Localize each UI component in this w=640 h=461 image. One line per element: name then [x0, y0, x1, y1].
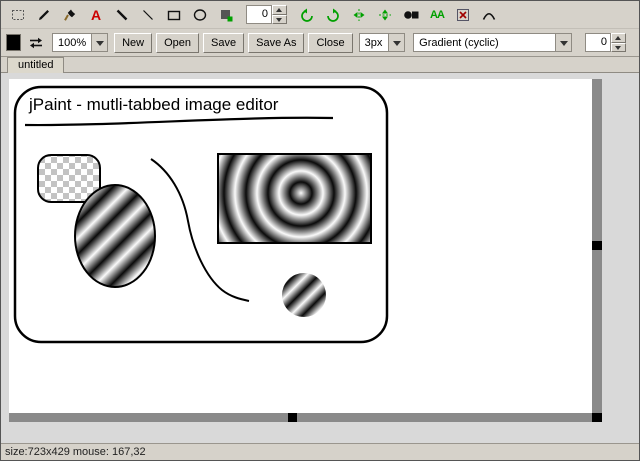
brush-icon — [62, 7, 78, 23]
status-text: size:723x429 mouse: 167,32 — [5, 446, 146, 458]
canvas-right-border — [592, 79, 602, 422]
rotate-left-button[interactable] — [295, 3, 319, 27]
filled-shapes-button[interactable] — [399, 3, 423, 27]
ellipse-tool-button[interactable] — [188, 3, 212, 27]
flip-horizontal-icon — [351, 7, 367, 23]
spinner-down-button[interactable] — [611, 43, 626, 53]
line-icon — [114, 7, 130, 23]
tab-bar: untitled — [1, 57, 639, 73]
arc-icon — [481, 7, 497, 23]
delete-icon — [455, 7, 471, 23]
tab-untitled[interactable]: untitled — [7, 57, 64, 73]
canvas-drawing: jPaint - mutli-tabbed image editor — [9, 79, 592, 413]
select-icon — [10, 7, 26, 23]
spinner-up-button[interactable] — [272, 5, 287, 15]
current-color-swatch[interactable] — [6, 34, 21, 51]
new-button[interactable]: New — [114, 33, 152, 53]
stamp-tool-button[interactable] — [214, 3, 238, 27]
drawn-underline — [25, 118, 333, 125]
rectangle-tool-button[interactable] — [162, 3, 186, 27]
spinner-arrows — [272, 5, 287, 24]
open-button[interactable]: Open — [156, 33, 199, 53]
spinner-up-button[interactable] — [611, 33, 626, 43]
arc-tool-button[interactable] — [477, 3, 501, 27]
spinner-value[interactable]: 0 — [246, 5, 272, 24]
spinner-value[interactable]: 0 — [585, 33, 611, 52]
select-tool-button[interactable] — [6, 3, 30, 27]
flip-vertical-button[interactable] — [373, 3, 397, 27]
rotate-right-button[interactable] — [321, 3, 345, 27]
spinner-arrows — [611, 33, 626, 52]
stamp-icon — [218, 7, 234, 23]
canvas-resize-handle-corner[interactable] — [592, 413, 602, 422]
swap-colors-button[interactable] — [25, 31, 47, 55]
flip-horizontal-button[interactable] — [347, 3, 371, 27]
rectangle-icon — [166, 7, 182, 23]
pencil-tool-button[interactable] — [32, 3, 56, 27]
file-toolbar: 100% New Open Save Save As Close 3px Gra… — [1, 29, 639, 57]
drawn-rings-rect — [218, 154, 371, 243]
stroke-width-value: 3px — [360, 34, 389, 51]
tools-toolbar: A 0 — [1, 1, 639, 29]
pencil-icon — [36, 7, 52, 23]
brush-tool-button[interactable] — [58, 3, 82, 27]
drawing-canvas[interactable]: jPaint - mutli-tabbed image editor — [9, 79, 592, 413]
gradient-combobox[interactable]: Gradient (cyclic) — [413, 33, 572, 52]
stroke-width-combobox[interactable]: 3px — [359, 33, 406, 52]
filled-shapes-icon — [403, 7, 419, 23]
jpaint-window: A 0 — [0, 0, 640, 461]
status-bar: size:723x429 mouse: 167,32 — [1, 443, 639, 460]
drawn-gradient-circle — [282, 273, 326, 317]
save-as-button[interactable]: Save As — [248, 33, 304, 53]
chevron-down-icon[interactable] — [388, 34, 404, 51]
canvas-title-text: jPaint - mutli-tabbed image editor — [28, 95, 279, 114]
line-tool-button[interactable] — [110, 3, 134, 27]
canvas-resize-handle-bottom[interactable] — [288, 413, 297, 422]
rotate-left-icon — [299, 7, 315, 23]
chevron-down-icon[interactable] — [91, 34, 107, 51]
gradient-value: Gradient (cyclic) — [414, 34, 555, 51]
antialias-button[interactable]: AA — [425, 3, 449, 27]
save-button[interactable]: Save — [203, 33, 244, 53]
polyline-tool-button[interactable] — [136, 3, 160, 27]
tool-size-spinner: 0 — [246, 5, 287, 24]
close-button[interactable]: Close — [308, 33, 352, 53]
spinner-down-button[interactable] — [272, 15, 287, 25]
text-tool-icon: A — [91, 7, 101, 23]
text-tool-button[interactable]: A — [84, 3, 108, 27]
drawn-gradient-ellipse — [75, 185, 155, 287]
zoom-combobox[interactable]: 100% — [52, 33, 108, 52]
flip-vertical-icon — [377, 7, 393, 23]
canvas-bottom-border — [9, 413, 602, 422]
polyline-icon — [140, 7, 156, 23]
canvas-resize-handle-right[interactable] — [592, 241, 602, 250]
workspace: jPaint - mutli-tabbed image editor — [1, 73, 639, 443]
rotate-right-icon — [325, 7, 341, 23]
delete-button[interactable] — [451, 3, 475, 27]
gradient-spinner: 0 — [585, 33, 626, 52]
antialias-icon: AA — [430, 7, 444, 23]
ellipse-icon — [192, 7, 208, 23]
swap-icon — [28, 35, 44, 51]
chevron-down-icon[interactable] — [555, 34, 571, 51]
zoom-value: 100% — [53, 34, 91, 51]
